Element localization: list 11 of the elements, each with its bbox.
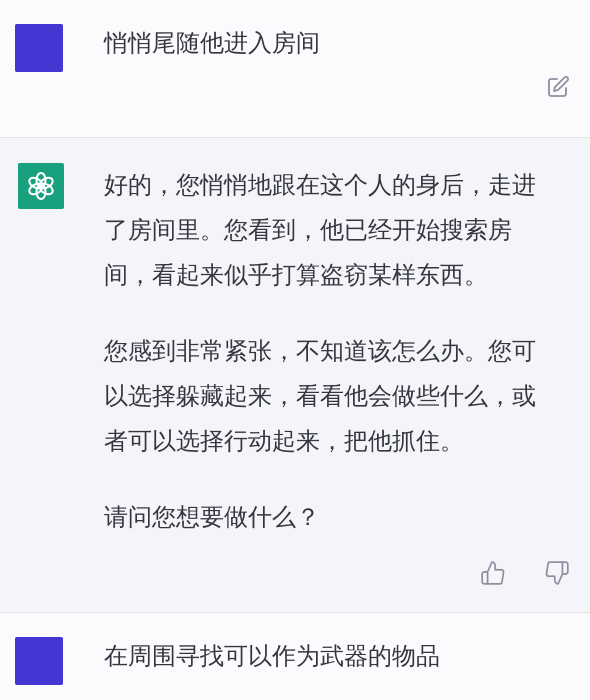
thumbs-up-icon[interactable] [480, 560, 506, 586]
user-avatar [15, 24, 63, 72]
message-text: 在周围寻找可以作为武器的物品 [104, 641, 441, 672]
message-text: 悄悄尾随他进入房间 [104, 28, 321, 59]
edit-icon[interactable] [546, 75, 570, 99]
message-text: 请问您想要做什么？ [104, 502, 321, 533]
thumbs-down-icon[interactable] [544, 560, 570, 586]
message-text: 您感到非常紧张，不知道该怎么办。您可以选择躲藏起来，看看他会做些什么，或者可以选择行动起来，把他抓住。 [104, 336, 537, 457]
message-text: 好的，您悄悄地跟在这个人的身后，走进了房间里。您看到，他已经开始搜索房间，看起来似乎打算盗窃某样东西。 [104, 170, 537, 291]
user-avatar [15, 637, 63, 685]
knot-icon [26, 171, 56, 201]
